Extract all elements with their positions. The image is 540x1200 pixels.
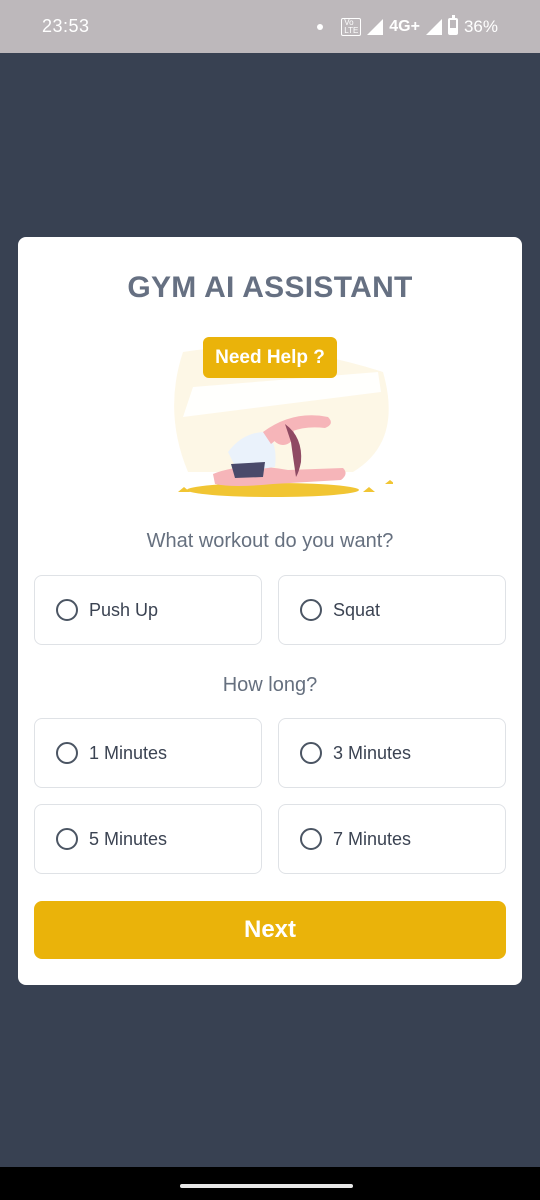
radio-icon[interactable] xyxy=(300,742,322,764)
page-title: GYM AI ASSISTANT xyxy=(127,271,413,304)
option-label: 5 Minutes xyxy=(89,828,168,849)
leaf-right xyxy=(363,487,375,492)
option-label: Push Up xyxy=(89,599,159,620)
system-nav-bar xyxy=(0,1167,540,1200)
network-type: 4G+ xyxy=(389,17,420,35)
signal-icon xyxy=(367,18,384,35)
workout-question: What workout do you want? xyxy=(146,530,394,552)
option-label: 1 Minutes xyxy=(89,742,168,763)
battery-percent: 36% xyxy=(463,16,498,36)
option-squat[interactable]: Squat xyxy=(278,575,506,645)
option-push-up[interactable]: Push Up xyxy=(34,575,262,645)
radio-icon[interactable] xyxy=(300,599,322,621)
person-shorts xyxy=(231,462,265,478)
home-indicator[interactable] xyxy=(180,1184,353,1188)
yoga-mat xyxy=(187,483,359,497)
option-label: 7 Minutes xyxy=(333,828,412,849)
radio-icon[interactable] xyxy=(56,599,78,621)
notification-dot-icon xyxy=(317,23,324,30)
volte-icon: Vo LTE xyxy=(341,17,362,36)
next-button[interactable]: Next xyxy=(34,901,506,959)
option-5-minutes[interactable]: 5 Minutes xyxy=(34,804,262,874)
option-label: Squat xyxy=(333,599,381,620)
signal-icon-2 xyxy=(425,18,442,35)
leaf-right-2 xyxy=(385,480,393,484)
status-icons: Vo LTE 4G+ 36% xyxy=(317,15,498,37)
assistant-card: GYM AI ASSISTANT Need Help ? What workou… xyxy=(18,237,522,985)
status-time: 23:53 xyxy=(42,16,90,36)
status-bar: 23:53 Vo LTE 4G+ 36% xyxy=(0,0,540,53)
duration-question: How long? xyxy=(222,674,318,696)
battery-icon xyxy=(447,15,458,35)
option-label: 3 Minutes xyxy=(333,742,412,763)
radio-icon[interactable] xyxy=(56,828,78,850)
option-3-minutes[interactable]: 3 Minutes xyxy=(278,718,506,788)
option-1-minutes[interactable]: 1 Minutes xyxy=(34,718,262,788)
radio-icon[interactable] xyxy=(56,742,78,764)
option-7-minutes[interactable]: 7 Minutes xyxy=(278,804,506,874)
need-help-button[interactable]: Need Help ? xyxy=(203,337,337,378)
radio-icon[interactable] xyxy=(300,828,322,850)
